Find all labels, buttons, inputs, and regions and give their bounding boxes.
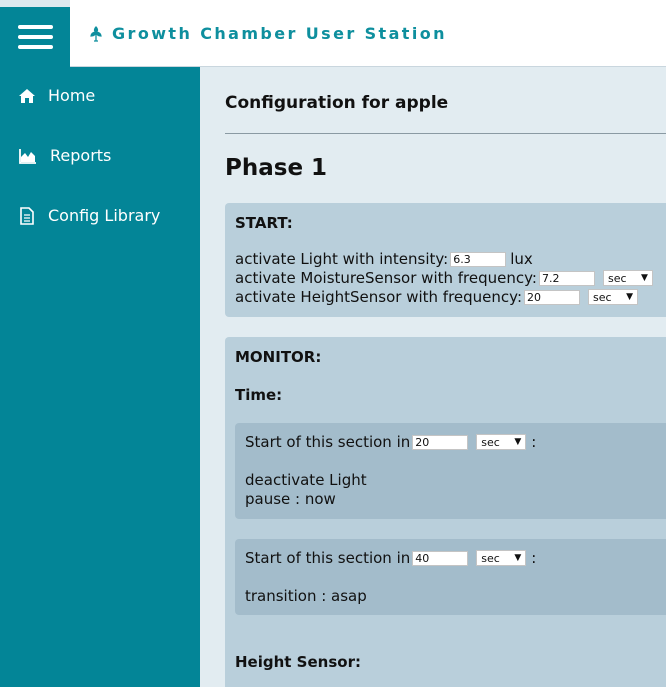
action-text: transition : asap — [245, 587, 367, 605]
section-unit-select[interactable]: sec ▼ — [476, 434, 527, 450]
top-bar: Growth Chamber User Station — [0, 0, 666, 67]
home-icon — [19, 88, 35, 103]
section-start-row: Start of this section in 40 sec ▼ : — [245, 549, 536, 567]
section-start-row: Start of this section in 20 sec ▼ : — [245, 433, 536, 451]
chevron-down-icon: ▼ — [626, 292, 633, 302]
height-unit-select[interactable]: sec ▼ — [588, 289, 638, 305]
chevron-down-icon: ▼ — [641, 273, 648, 283]
sidebar-item-label: Home — [48, 86, 96, 105]
chevron-down-icon: ▼ — [514, 437, 522, 447]
time-heading: Time: — [235, 386, 283, 404]
moisture-frequency-input[interactable]: 7.2 — [538, 270, 595, 286]
light-unit: lux — [510, 250, 533, 268]
sidebar-item-label: Reports — [50, 146, 112, 165]
colon: : — [531, 433, 537, 451]
app-brand[interactable]: Growth Chamber User Station — [88, 24, 447, 43]
sidebar-item-reports[interactable]: Reports — [18, 146, 111, 165]
time-section-2: Start of this section in 40 sec ▼ : trans… — [235, 539, 666, 615]
section-unit-select[interactable]: sec ▼ — [476, 550, 527, 566]
divider — [225, 133, 666, 134]
sidebar-item-config-library[interactable]: Config Library — [18, 206, 160, 225]
hamburger-line — [17, 45, 53, 49]
height-frequency-input[interactable]: 20 — [524, 289, 580, 305]
action-text: pause : now — [245, 490, 336, 508]
action-text: deactivate Light — [245, 471, 367, 489]
start-heading: START: — [235, 214, 293, 232]
hamburger-line — [17, 35, 53, 39]
light-row: activate Light with intensity: 6.3 lux — [235, 250, 533, 268]
hamburger-top-strip — [0, 0, 70, 7]
section-start-label: Start of this section in — [245, 433, 411, 451]
sidebar-item-label: Config Library — [48, 206, 161, 225]
time-section-1: Start of this section in 20 sec ▼ : deact… — [235, 423, 666, 519]
height-label: activate HeightSensor with frequency: — [235, 288, 522, 306]
main-content: Configuration for apple Phase 1 START: a… — [200, 67, 666, 687]
sidebar-item-home[interactable]: Home — [18, 86, 95, 105]
monitor-heading: MONITOR: — [235, 348, 322, 366]
moisture-label: activate MoistureSensor with frequency: — [235, 269, 537, 287]
sidebar: Home Reports Config Library — [0, 67, 200, 687]
colon: : — [531, 549, 537, 567]
hamburger-line — [17, 25, 53, 29]
monitor-card: MONITOR: Time: Start of this section in … — [225, 337, 666, 687]
file-icon — [20, 206, 34, 225]
phase-title: Phase 1 — [225, 155, 328, 181]
app-title: Growth Chamber User Station — [112, 24, 447, 43]
start-card: START: activate Light with intensity: 6.… — [225, 203, 666, 317]
light-intensity-input[interactable]: 6.3 — [450, 251, 507, 267]
page-title: Configuration for apple — [225, 93, 449, 113]
moisture-unit-select[interactable]: sec ▼ — [602, 270, 653, 286]
height-sensor-heading: Height Sensor: — [235, 653, 361, 671]
area-chart-icon — [19, 148, 36, 164]
moisture-row: activate MoistureSensor with frequency: … — [235, 269, 653, 287]
height-row: activate HeightSensor with frequency: 20… — [235, 288, 638, 306]
section-start-input[interactable]: 40 — [412, 550, 469, 566]
section-start-input[interactable]: 20 — [412, 434, 469, 450]
chevron-down-icon: ▼ — [514, 553, 522, 563]
light-label: activate Light with intensity: — [235, 250, 449, 268]
menu-toggle-button[interactable] — [0, 0, 70, 67]
section-start-label: Start of this section in — [245, 549, 411, 567]
leaf-icon — [90, 25, 102, 42]
